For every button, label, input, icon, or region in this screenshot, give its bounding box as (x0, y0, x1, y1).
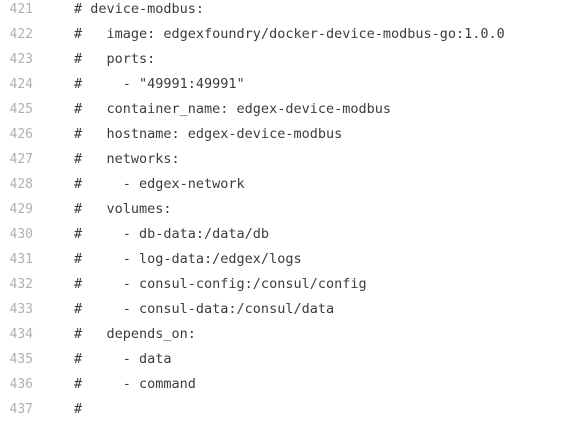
line-number: 429 (9, 202, 33, 217)
line-number: 430 (9, 227, 33, 242)
line-code[interactable]: # - log-data:/edgex/logs (74, 247, 302, 272)
line-code[interactable]: # - consul-config:/consul/config (74, 272, 367, 297)
line-number: 421 (9, 2, 33, 17)
line-number: 424 (9, 77, 33, 92)
line-number: 428 (9, 177, 33, 192)
code-line: 432 # - consul-config:/consul/config (0, 272, 575, 297)
code-line: 426 # hostname: edgex-device-modbus (0, 122, 575, 147)
line-code[interactable]: # - edgex-network (74, 172, 245, 197)
line-code[interactable]: # hostname: edgex-device-modbus (74, 122, 342, 147)
line-number: 423 (9, 52, 33, 67)
code-line: 423 # ports: (0, 47, 575, 72)
code-line: 433 # - consul-data:/consul/data (0, 297, 575, 322)
line-code[interactable]: # ports: (74, 47, 155, 72)
line-code[interactable]: # - "49991:49991" (74, 72, 245, 97)
line-code[interactable]: # depends_on: (74, 322, 196, 347)
code-line: 427 # networks: (0, 147, 575, 172)
line-number: 436 (9, 377, 33, 392)
code-line: 430 # - db-data:/data/db (0, 222, 575, 247)
line-number: 422 (9, 27, 33, 42)
line-number: 425 (9, 102, 33, 117)
line-number: 427 (9, 152, 33, 167)
line-code[interactable]: # container_name: edgex-device-modbus (74, 97, 391, 122)
code-line: 421 # device-modbus: (0, 0, 575, 22)
line-number: 435 (9, 352, 33, 367)
line-number: 434 (9, 327, 33, 342)
code-line: 424 # - "49991:49991" (0, 72, 575, 97)
code-line: 422 # image: edgexfoundry/docker-device-… (0, 22, 575, 47)
code-line: 437 # (0, 397, 575, 422)
line-number: 431 (9, 252, 33, 267)
line-code[interactable]: # - db-data:/data/db (74, 222, 269, 247)
line-code[interactable]: # - data (74, 347, 172, 372)
line-code[interactable]: # networks: (74, 147, 180, 172)
line-number: 433 (9, 302, 33, 317)
line-code[interactable]: # volumes: (74, 197, 172, 222)
line-number: 432 (9, 277, 33, 292)
line-code[interactable]: # - consul-data:/consul/data (74, 297, 334, 322)
line-number: 437 (9, 402, 33, 417)
line-code[interactable]: # (74, 397, 82, 422)
code-line: 431 # - log-data:/edgex/logs (0, 247, 575, 272)
code-line: 428 # - edgex-network (0, 172, 575, 197)
line-code[interactable]: # image: edgexfoundry/docker-device-modb… (74, 22, 505, 47)
code-line: 436 # - command (0, 372, 575, 397)
code-line: 435 # - data (0, 347, 575, 372)
line-number: 426 (9, 127, 33, 142)
code-line: 425 # container_name: edgex-device-modbu… (0, 97, 575, 122)
code-line: 429 # volumes: (0, 197, 575, 222)
line-code[interactable]: # device-modbus: (74, 0, 204, 22)
line-code[interactable]: # - command (74, 372, 196, 397)
code-line: 434 # depends_on: (0, 322, 575, 347)
code-view: 421 # device-modbus: 422 # image: edgexf… (0, 0, 575, 422)
